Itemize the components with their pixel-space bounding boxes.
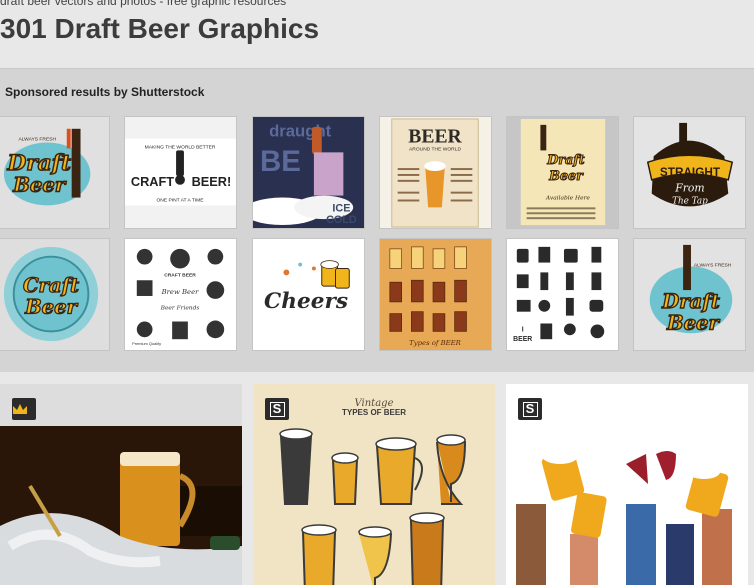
result-card[interactable]: S Vintage TYPES OF BEER: [253, 384, 495, 585]
beer-labels-set-graphic: CRAFT BEER Brew Beer Beer Friends Premiu…: [125, 239, 236, 350]
thumb-text: BEER: [408, 126, 462, 148]
sponsored-thumbnail[interactable]: I BEER: [506, 238, 619, 351]
types-of-beer-chart-graphic: Types of BEER: [380, 239, 491, 350]
thumb-text: Available Here: [545, 196, 590, 202]
page: draft beer vectors and photos - free gra…: [0, 0, 754, 585]
thumb-text: BEER!: [192, 174, 232, 189]
sponsored-thumbnail[interactable]: Craft Beer: [0, 238, 110, 351]
sponsored-thumbnail[interactable]: STRAIGHT From The Tap: [633, 116, 746, 229]
thumb-text: Cheers: [264, 289, 348, 314]
thumb-text: draught: [269, 122, 332, 141]
cheers-hands-illustration: [506, 414, 748, 585]
thumb-text: ALWAYS FRESH: [694, 263, 732, 269]
thumb-text: ICE: [332, 202, 350, 214]
sponsored-section: Sponsored results by Shutterstock ALWAYS…: [0, 68, 754, 372]
thumb-text: Beer: [666, 311, 721, 334]
thumb-text: STRAIGHT: [660, 166, 721, 179]
sponsored-thumbnail[interactable]: draught BE ICE COLD: [252, 116, 365, 229]
vintage-types-of-beer-poster: Vintage TYPES OF BEER: [253, 384, 495, 585]
thumb-text: Draft: [546, 153, 585, 168]
thumb-text: ALWAYS FRESH: [19, 137, 57, 143]
bottle-cap-graphic: Craft Beer: [0, 239, 109, 350]
beer-menu-poster-graphic: BEER AROUND THE WORLD: [380, 117, 491, 228]
shutterstock-s-icon: S: [522, 401, 538, 417]
thumb-text: ONE PINT AT A TIME: [156, 197, 204, 203]
sponsored-thumbnail[interactable]: Draft Beer Available Here: [506, 116, 619, 229]
thumb-text: Beer: [12, 174, 67, 197]
thumb-text: BEER: [513, 336, 532, 343]
thumb-text: Beer Friends: [160, 306, 200, 312]
result-card[interactable]: S: [506, 384, 748, 585]
straight-from-the-tap-graphic: STRAIGHT From The Tap: [634, 117, 745, 228]
sponsored-thumbnail[interactable]: Cheers: [252, 238, 365, 351]
sponsored-thumbnail[interactable]: MAKING THE WORLD BETTER CRAFT BEER! ONE …: [124, 116, 237, 229]
thumb-text: AROUND THE WORLD: [409, 146, 461, 152]
sponsored-thumbnail[interactable]: BEER AROUND THE WORLD: [379, 116, 492, 229]
draught-beer-ice-cold-graphic: draught BE ICE COLD: [253, 117, 364, 228]
thumb-text: Craft: [23, 274, 79, 297]
cheers-graphic: Cheers: [253, 239, 364, 350]
thumb-text: Beer: [548, 169, 584, 184]
draft-beer-tap-graphic: ALWAYS FRESH Draft Beer: [3, 128, 91, 206]
thumb-text: From: [674, 182, 704, 195]
thumb-text: COLD: [326, 214, 357, 226]
thumb-text: Draft: [7, 151, 71, 176]
premium-badge: [12, 398, 36, 420]
result-card[interactable]: [0, 384, 242, 585]
sponsored-thumbnail[interactable]: CRAFT BEER Brew Beer Beer Friends Premiu…: [124, 238, 237, 351]
sponsored-thumbnail[interactable]: ALWAYS FRESH Draft Beer: [0, 116, 110, 229]
poster-subtitle: TYPES OF BEER: [342, 408, 406, 417]
beer-icons-set-graphic: I BEER: [507, 239, 618, 350]
draft-beer-tap-graphic-alt: ALWAYS FRESH Draft Beer: [634, 239, 745, 350]
thumb-text: Types of BEER: [409, 339, 461, 347]
crown-icon: [13, 404, 27, 414]
thumb-text: The Tap: [672, 196, 708, 206]
thumb-text: Draft: [661, 290, 720, 313]
shutterstock-s-icon: S: [269, 401, 285, 417]
thumb-text: CRAFT: [131, 174, 174, 189]
shutterstock-badge: S: [518, 398, 542, 420]
thumb-text: CRAFT BEER: [164, 272, 196, 278]
shutterstock-badge: S: [265, 398, 289, 420]
craft-beer-badge-graphic: MAKING THE WORLD BETTER CRAFT BEER! ONE …: [125, 117, 236, 228]
beer-mug-photo: [0, 426, 242, 585]
thumb-text: BE: [260, 145, 301, 178]
thumb-text: Premium Quality: [132, 341, 161, 346]
draft-beer-flyer-graphic: Draft Beer Available Here: [507, 117, 618, 228]
breadcrumb[interactable]: draft beer vectors and photos - free gra…: [0, 0, 286, 8]
sponsored-thumbnail[interactable]: ALWAYS FRESH Draft Beer: [633, 238, 746, 351]
page-title: 301 Draft Beer Graphics: [0, 13, 320, 44]
thumb-text: MAKING THE WORLD BETTER: [145, 144, 216, 150]
thumb-text: Beer: [24, 296, 79, 319]
thumb-text: Brew Beer: [161, 288, 200, 296]
thumb-text: I: [522, 326, 524, 333]
sponsored-thumbnail[interactable]: Types of BEER: [379, 238, 492, 351]
sponsored-label: Sponsored results by Shutterstock: [5, 85, 205, 99]
